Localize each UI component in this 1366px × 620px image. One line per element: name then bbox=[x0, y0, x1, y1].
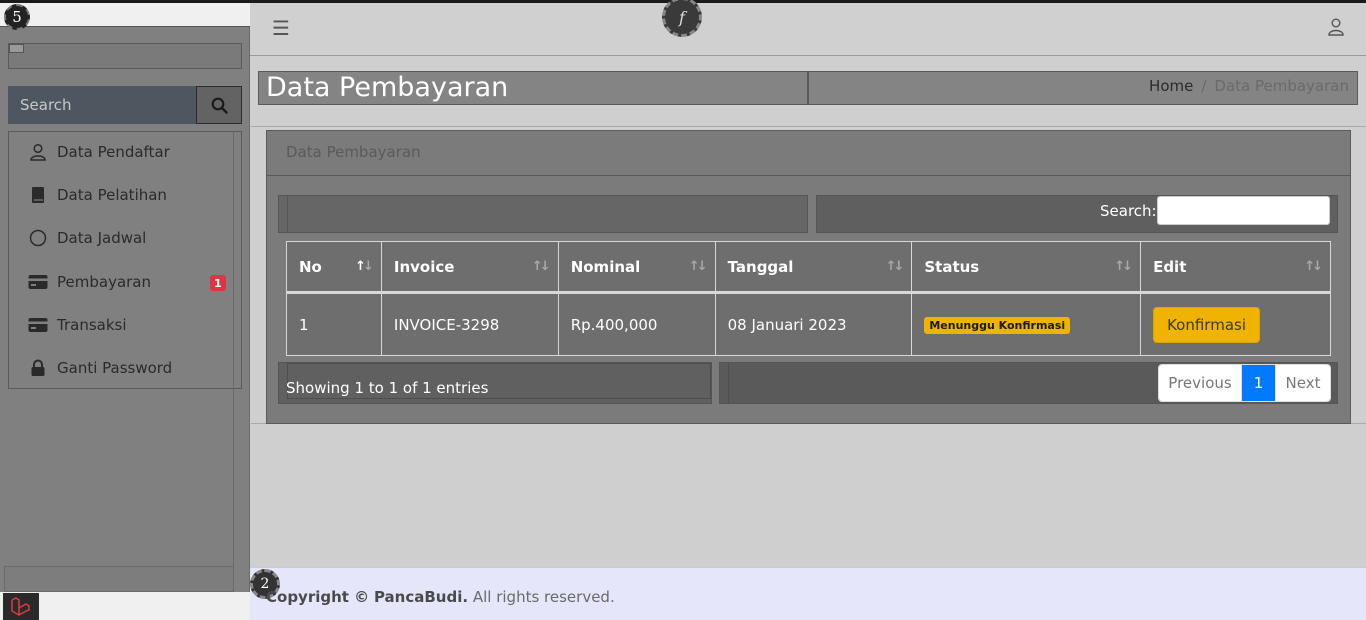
column-header-label: Edit bbox=[1153, 257, 1187, 276]
user-panel-image bbox=[9, 44, 24, 53]
status-badge: Menunggu Konfirmasi bbox=[924, 317, 1071, 334]
column-header-label: Status bbox=[924, 257, 980, 276]
cell-edit: Konfirmasi bbox=[1140, 292, 1331, 356]
breadcrumb-current: Data Pembayaran bbox=[1214, 77, 1349, 95]
sidebar-marker: 5 bbox=[4, 4, 30, 30]
sidebar-search bbox=[8, 86, 242, 124]
sort-ascending-icon: ↑↓ bbox=[355, 259, 374, 274]
laravel-logo-icon bbox=[3, 593, 39, 620]
lock-icon bbox=[28, 358, 48, 378]
breadcrumb: Home / Data Pembayaran bbox=[1149, 77, 1349, 95]
confirm-button[interactable]: Konfirmasi bbox=[1153, 306, 1260, 343]
footer: 2 Copyright © PancaBudi. All rights rese… bbox=[250, 567, 1366, 620]
sidebar-item-label: Ganti Password bbox=[57, 359, 173, 377]
sidebar-item-label: Transaksi bbox=[57, 316, 127, 334]
footer-text: Copyright © PancaBudi. All rights reserv… bbox=[266, 588, 615, 606]
sort-icon: ↑↓ bbox=[1114, 259, 1133, 274]
table-row: 1 INVOICE-3298 Rp.400,000 08 Januari 202… bbox=[286, 292, 1331, 356]
sidebar-item-data-pendaftar[interactable]: Data Pendaftar bbox=[9, 132, 243, 172]
payments-table: No ↑↓ Invoice ↑↓ Nominal ↑↓ Tanggal ↑↓ Statu… bbox=[286, 241, 1331, 356]
column-header-tanggal[interactable]: Tanggal ↑↓ bbox=[714, 241, 913, 294]
table-search-input[interactable] bbox=[1157, 196, 1330, 225]
column-header-nominal[interactable]: Nominal ↑↓ bbox=[557, 241, 716, 294]
sidebar-search-input[interactable] bbox=[8, 86, 196, 124]
table-info: Showing 1 to 1 of 1 entries bbox=[286, 379, 489, 397]
pagination-page-1[interactable]: 1 bbox=[1242, 365, 1275, 401]
page-title: Data Pembayaran bbox=[266, 72, 509, 103]
sidebar-brand-bar bbox=[0, 3, 250, 27]
table-search-label: Search: bbox=[1100, 202, 1157, 220]
sidebar-divider bbox=[233, 131, 234, 566]
column-header-label: Tanggal bbox=[727, 257, 794, 276]
cell-no: 1 bbox=[286, 292, 382, 356]
user-icon[interactable] bbox=[1328, 18, 1344, 40]
sort-icon: ↑↓ bbox=[885, 259, 905, 274]
column-header-label: No bbox=[299, 257, 322, 276]
card-header: Data Pembayaran bbox=[267, 131, 1350, 176]
sidebar-item-data-pelatihan[interactable]: Data Pelatihan bbox=[9, 175, 243, 215]
sidebar-menu: Data Pendaftar Data Pelatihan Data Jadwa… bbox=[8, 131, 242, 389]
circle-icon bbox=[28, 228, 48, 248]
sidebar-item-transaksi[interactable]: Transaksi bbox=[9, 305, 243, 345]
top-navbar: ☰ f bbox=[250, 0, 1366, 56]
credit-card-icon bbox=[28, 272, 48, 292]
book-icon bbox=[28, 185, 48, 205]
cell-tanggal: 08 Januari 2023 bbox=[714, 292, 913, 356]
card-title: Data Pembayaran bbox=[286, 143, 421, 161]
credit-card-icon bbox=[28, 315, 48, 335]
sort-icon: ↑↓ bbox=[1304, 259, 1323, 274]
pagination-previous[interactable]: Previous bbox=[1159, 365, 1242, 401]
sidebar-item-pembayaran[interactable]: Pembayaran 1 bbox=[9, 262, 243, 302]
datatable-length-area bbox=[278, 195, 808, 233]
rights-text: All rights reserved. bbox=[472, 588, 615, 606]
sidebar-item-label: Data Pelatihan bbox=[57, 186, 167, 204]
content-header-right: Home / Data Pembayaran bbox=[808, 71, 1358, 105]
column-header-status[interactable]: Status ↑↓ bbox=[911, 241, 1142, 294]
hamburger-icon[interactable]: ☰ bbox=[272, 16, 290, 40]
sidebar-bottom-bar bbox=[4, 566, 234, 592]
copyright-label: Copyright © bbox=[266, 588, 370, 606]
breadcrumb-separator: / bbox=[1201, 77, 1207, 95]
column-header-invoice[interactable]: Invoice ↑↓ bbox=[380, 241, 559, 294]
sidebar-item-ganti-password[interactable]: Ganti Password bbox=[9, 348, 243, 388]
column-header-label: Nominal bbox=[570, 257, 641, 276]
sort-icon: ↑↓ bbox=[531, 259, 551, 274]
cell-status: Menunggu Konfirmasi bbox=[911, 292, 1142, 356]
cell-nominal: Rp.400,000 bbox=[557, 292, 716, 356]
cell-invoice: INVOICE-3298 bbox=[380, 292, 559, 356]
datatable-length-inner bbox=[287, 196, 807, 232]
navbar-marker: f bbox=[662, 0, 702, 37]
sidebar-item-label: Data Jadwal bbox=[57, 229, 147, 247]
content-header-left: Data Pembayaran bbox=[258, 71, 808, 105]
sidebar-item-label: Pembayaran bbox=[57, 273, 151, 291]
sort-icon: ↑↓ bbox=[688, 259, 708, 274]
user-icon bbox=[28, 142, 48, 162]
brand-link[interactable]: PancaBudi. bbox=[374, 588, 468, 606]
table-header-row: No ↑↓ Invoice ↑↓ Nominal ↑↓ Tanggal ↑↓ Statu… bbox=[286, 241, 1331, 294]
column-header-no[interactable]: No ↑↓ bbox=[286, 241, 382, 294]
sidebar-user-panel bbox=[8, 43, 242, 69]
breadcrumb-home[interactable]: Home bbox=[1149, 77, 1193, 95]
notification-badge: 1 bbox=[210, 275, 226, 291]
column-header-label: Invoice bbox=[393, 257, 455, 276]
pagination: Previous 1 Next bbox=[1158, 364, 1331, 402]
sidebar: 5 Data Pendaftar Data Pelatihan Data Jad… bbox=[0, 3, 250, 620]
sidebar-footer bbox=[0, 592, 250, 620]
pagination-next[interactable]: Next bbox=[1275, 365, 1330, 401]
sidebar-item-data-jadwal[interactable]: Data Jadwal bbox=[9, 218, 243, 258]
sidebar-search-button[interactable] bbox=[196, 86, 242, 124]
content-header: Data Pembayaran Home / Data Pembayaran bbox=[258, 71, 1358, 105]
column-header-edit[interactable]: Edit ↑↓ bbox=[1140, 241, 1331, 294]
sidebar-item-label: Data Pendaftar bbox=[57, 143, 170, 161]
search-icon bbox=[211, 97, 228, 114]
